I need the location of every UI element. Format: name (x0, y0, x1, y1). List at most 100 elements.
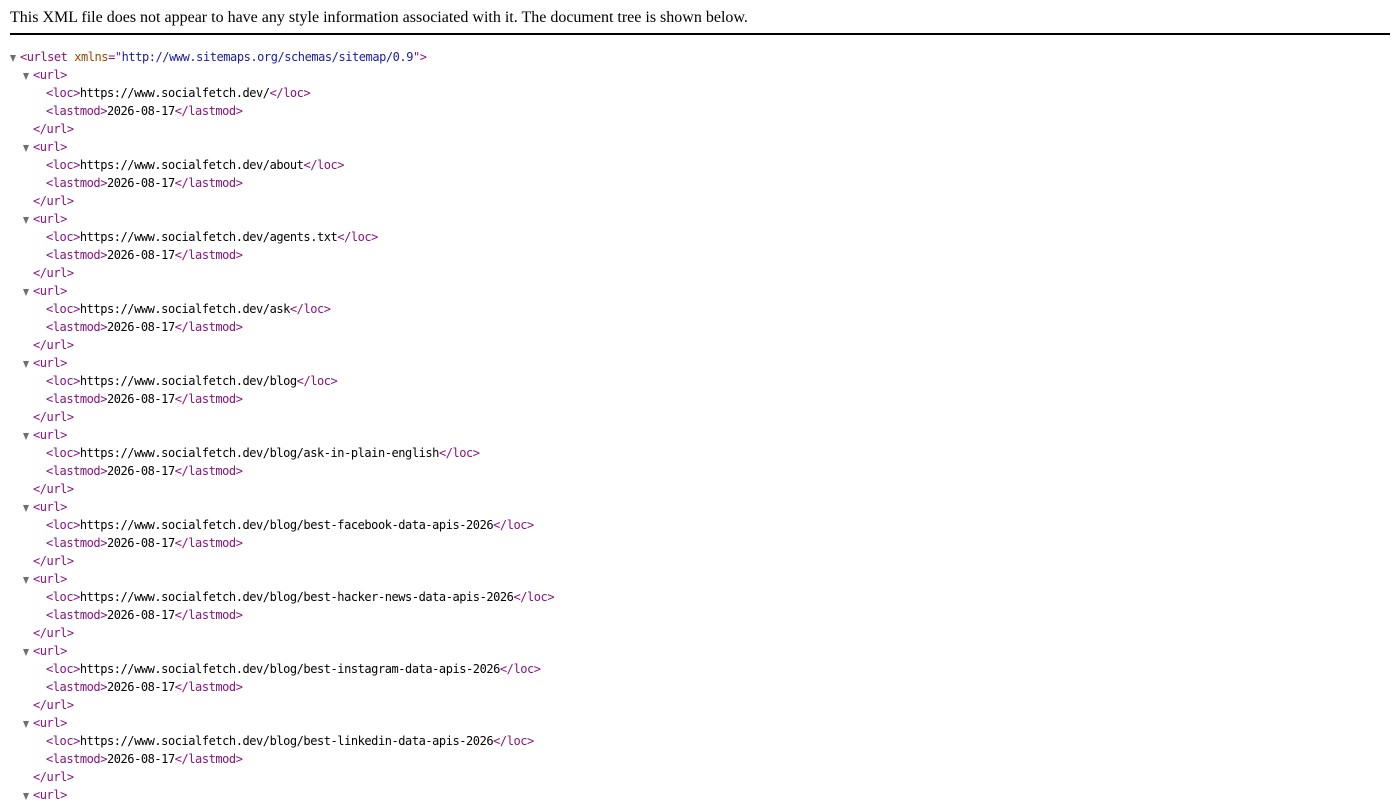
lastmod-close-tag: </lastmod> (174, 608, 243, 622)
lastmod-value: 2026-08-17 (106, 176, 175, 190)
triangle-down-icon[interactable] (23, 433, 29, 440)
loc-value: https://www.socialfetch.dev/about (79, 158, 304, 172)
url-open-line: <url> (10, 354, 1390, 372)
attribute-equals: =" (108, 50, 122, 64)
url-open-tag: <url> (33, 140, 67, 154)
url-entry: <url> <loc>https://www.socialfetch.dev/<… (10, 66, 1390, 138)
url-open-line: <url> (10, 498, 1390, 516)
url-close-tag: </url> (33, 698, 74, 712)
loc-close-tag: </loc> (303, 158, 345, 172)
loc-value: https://www.socialfetch.dev/blog/ask-in-… (79, 446, 440, 460)
url-close-tag: </url> (33, 626, 74, 640)
lastmod-close-tag: </lastmod> (174, 248, 243, 262)
triangle-down-icon[interactable] (23, 73, 29, 80)
url-entry: <url> <loc>https://www.socialfetch.dev/a… (10, 282, 1390, 354)
url-close-line: </url> (10, 696, 1390, 714)
url-entry: <url> <loc>https://www.socialfetch.dev/b… (10, 426, 1390, 498)
urlset-open-tag-end: "> (412, 50, 427, 64)
xmlns-attribute-value: http://www.sitemaps.org/schemas/sitemap/… (121, 50, 414, 64)
lastmod-open-tag: <lastmod> (46, 464, 107, 478)
lastmod-line: <lastmod>2026-08-17</lastmod> (10, 390, 1390, 408)
url-close-line: </url> (10, 552, 1390, 570)
loc-open-tag: <loc> (46, 302, 80, 316)
url-close-tag: </url> (33, 266, 74, 280)
loc-line: <loc>https://www.socialfetch.dev/about</… (10, 156, 1390, 174)
loc-line: <loc>https://www.socialfetch.dev/blog/be… (10, 516, 1390, 534)
url-close-line: </url> (10, 408, 1390, 426)
triangle-down-icon[interactable] (23, 577, 29, 584)
url-open-line: <url> (10, 282, 1390, 300)
loc-value: https://www.socialfetch.dev/blog/best-in… (79, 662, 500, 676)
loc-line: <loc>https://www.socialfetch.dev/agents.… (10, 228, 1390, 246)
url-open-tag: <url> (33, 572, 67, 586)
loc-open-tag: <loc> (46, 734, 80, 748)
url-open-tag: <url> (33, 644, 67, 658)
urlset-open-line: <urlset xmlns="http://www.sitemaps.org/s… (10, 48, 1390, 66)
triangle-down-icon[interactable] (23, 289, 29, 296)
lastmod-close-tag: </lastmod> (174, 536, 243, 550)
url-open-tag: <url> (33, 68, 67, 82)
url-entry: <url> <loc>https://www.socialfetch.dev/b… (10, 714, 1390, 786)
loc-value: https://www.socialfetch.dev/blog/best-ha… (79, 590, 514, 604)
url-open-line: <url> (10, 714, 1390, 732)
url-entry: <url> <loc>https://www.socialfetch.dev/b… (10, 570, 1390, 642)
loc-close-tag: </loc> (493, 734, 534, 748)
triangle-down-icon[interactable] (23, 649, 29, 656)
loc-open-tag: <loc> (46, 158, 80, 172)
url-close-tag: </url> (33, 194, 74, 208)
lastmod-open-tag: <lastmod> (46, 536, 107, 550)
triangle-down-icon[interactable] (23, 505, 29, 512)
url-entry: <url> <loc>https://www.socialfetch.dev/a… (10, 138, 1390, 210)
lastmod-line: <lastmod>2026-08-17</lastmod> (10, 606, 1390, 624)
url-entry-list: <url> <loc>https://www.socialfetch.dev/<… (10, 66, 1390, 804)
loc-line: <loc>https://www.socialfetch.dev/blog/be… (10, 588, 1390, 606)
lastmod-value: 2026-08-17 (106, 464, 175, 478)
lastmod-close-tag: </lastmod> (174, 464, 243, 478)
loc-line: <loc>https://www.socialfetch.dev/</loc> (10, 84, 1390, 102)
lastmod-open-tag: <lastmod> (46, 680, 107, 694)
triangle-down-icon[interactable] (23, 361, 29, 368)
triangle-down-icon[interactable] (23, 721, 29, 728)
url-open-line: <url> (10, 66, 1390, 84)
loc-close-tag: </loc> (493, 518, 534, 532)
lastmod-open-tag: <lastmod> (46, 248, 107, 262)
urlset-open-tag: <urlset (20, 50, 68, 64)
lastmod-close-tag: </lastmod> (174, 752, 243, 766)
lastmod-value: 2026-08-17 (106, 248, 175, 262)
triangle-down-icon[interactable] (23, 793, 29, 800)
url-close-line: </url> (10, 336, 1390, 354)
loc-close-tag: </loc> (289, 302, 331, 316)
loc-value: https://www.socialfetch.dev/ (79, 86, 270, 100)
loc-close-tag: </loc> (438, 446, 480, 460)
loc-value: https://www.socialfetch.dev/agents.txt (79, 230, 338, 244)
lastmod-value: 2026-08-17 (106, 392, 175, 406)
loc-close-tag: </loc> (499, 662, 541, 676)
loc-close-tag: </loc> (513, 590, 555, 604)
url-open-tag: <url> (33, 428, 67, 442)
lastmod-open-tag: <lastmod> (46, 608, 107, 622)
loc-value: https://www.socialfetch.dev/blog/best-fa… (79, 518, 494, 532)
url-close-tag: </url> (33, 554, 74, 568)
loc-open-tag: <loc> (46, 446, 80, 460)
url-open-tag: <url> (33, 284, 67, 298)
loc-line: <loc>https://www.socialfetch.dev/ask</lo… (10, 300, 1390, 318)
url-open-line: <url> (10, 642, 1390, 660)
lastmod-close-tag: </lastmod> (174, 680, 243, 694)
loc-close-tag: </loc> (269, 86, 311, 100)
url-open-line: <url> (10, 570, 1390, 588)
triangle-down-icon[interactable] (23, 145, 29, 152)
url-close-line: </url> (10, 480, 1390, 498)
triangle-down-icon[interactable] (23, 217, 29, 224)
triangle-down-icon[interactable] (10, 55, 16, 62)
url-close-line: </url> (10, 192, 1390, 210)
url-entry: <url> <loc>https://www.socialfetch.dev/b… (10, 642, 1390, 714)
xml-document-tree: <urlset xmlns="http://www.sitemaps.org/s… (10, 48, 1390, 804)
loc-line: <loc>https://www.socialfetch.dev/blog/be… (10, 732, 1390, 750)
lastmod-value: 2026-08-17 (106, 752, 175, 766)
lastmod-line: <lastmod>2026-08-17</lastmod> (10, 318, 1390, 336)
loc-close-tag: </loc> (296, 374, 338, 388)
loc-open-tag: <loc> (46, 518, 80, 532)
lastmod-open-tag: <lastmod> (46, 320, 107, 334)
lastmod-open-tag: <lastmod> (46, 176, 107, 190)
url-close-tag: </url> (33, 482, 74, 496)
